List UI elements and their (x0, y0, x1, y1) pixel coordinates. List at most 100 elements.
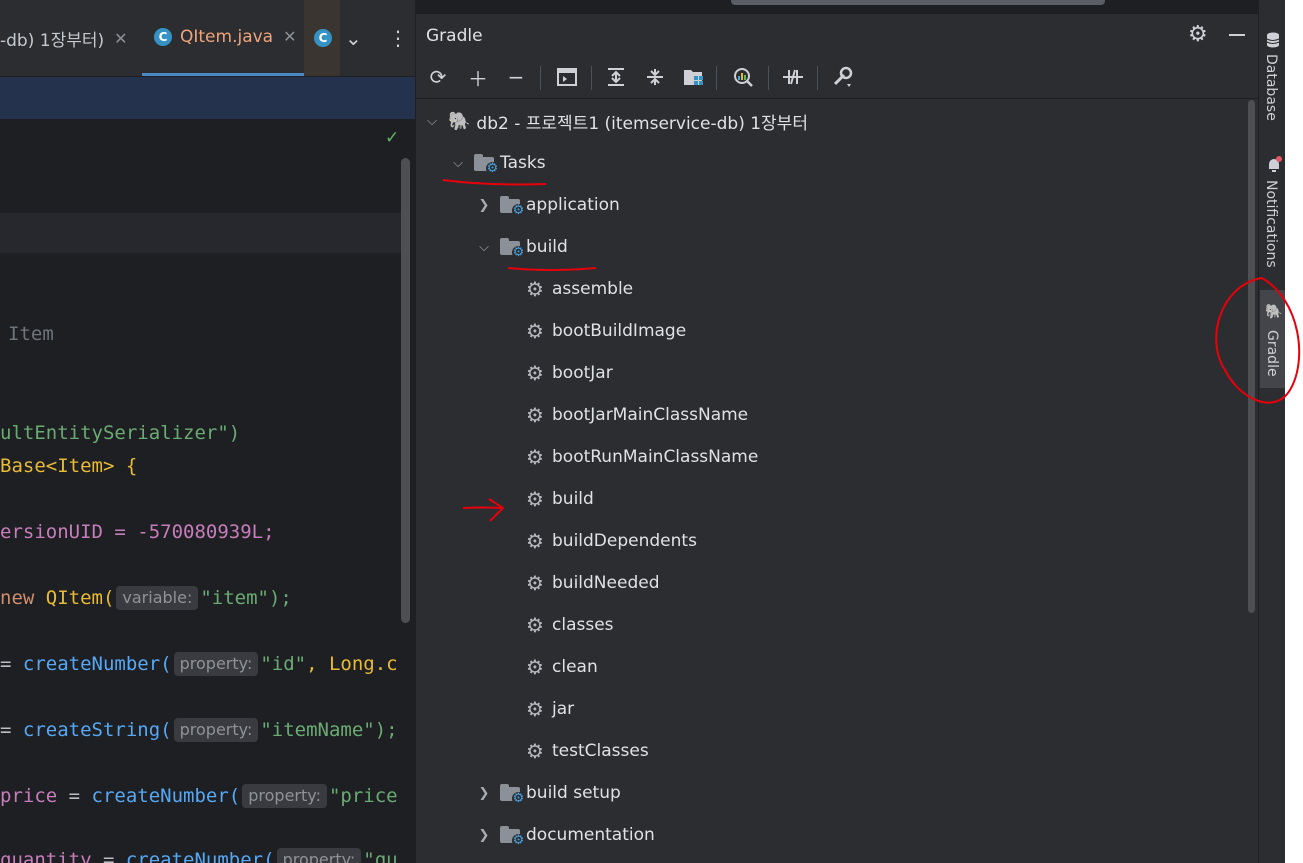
editor-info-banner (0, 77, 415, 119)
parameter-hint: variable: (116, 586, 199, 610)
class-icon: C (314, 29, 332, 47)
task-label: bootJar (552, 363, 613, 383)
class-icon: C (154, 27, 172, 46)
code-editor[interactable]: -db) 1장부터) ✕ C QItem.java ✕ C ⌄ ⋮ ✓ Item… (0, 0, 415, 863)
parameter-hint: property: (242, 784, 327, 808)
gradle-elephant-icon: 🐘 (448, 110, 471, 132)
dependencies-icon[interactable] (679, 62, 709, 92)
tab-label: -db) 1장부터) (0, 30, 105, 51)
tree-node-documentation[interactable]: ❯ ⚙ documentation (476, 814, 655, 856)
group-label: build setup (526, 783, 621, 803)
tree-task[interactable]: ⚙ classes (524, 604, 614, 646)
gradle-tool-window: Gradle ⚙ ⟳ ＋ − ⌵ 🐘 db2 - 프로젝트1 (itemserv… (415, 14, 1259, 863)
tree-task[interactable]: ⚙ bootJar (524, 352, 613, 394)
task-folder-icon: ⚙ (500, 826, 525, 847)
tab-qitem-java[interactable]: C QItem.java ✕ (142, 0, 304, 76)
code-line: = createNumber(property: "id", Long.c (0, 652, 398, 676)
tool-window-database[interactable]: Database (1263, 54, 1279, 121)
chevron-right-icon[interactable]: ❯ (476, 786, 492, 801)
gradle-header: Gradle ⚙ (416, 14, 1259, 58)
collapse-all-icon[interactable] (640, 62, 670, 92)
code-line: = createString(property: "itemName"); (0, 718, 398, 742)
gear-icon: ⚙ (526, 739, 544, 763)
parameter-hint: property: (173, 718, 259, 742)
tree-task[interactable]: ⚙ bootBuildImage (524, 310, 686, 352)
tree-node-build-setup[interactable]: ❯ ⚙ build setup (476, 772, 621, 814)
tree-node-application[interactable]: ❯ ⚙ application (476, 184, 620, 226)
tree-task[interactable]: ⚙ buildDependents (524, 520, 697, 562)
group-label: build (526, 237, 568, 257)
toolbar-separator (817, 66, 818, 90)
editor-tab-bar: -db) 1장부터) ✕ C QItem.java ✕ C ⌄ ⋮ (0, 0, 415, 77)
inspection-ok-icon: ✓ (385, 128, 400, 148)
add-icon[interactable]: ＋ (463, 62, 493, 92)
gear-icon: ⚙ (526, 697, 544, 721)
parameter-hint: property: (276, 848, 362, 863)
task-folder-icon: ⚙ (500, 238, 525, 259)
tree-task[interactable]: ⚙ buildNeeded (524, 562, 659, 604)
gradle-tree[interactable]: ⌵ 🐘 db2 - 프로젝트1 (itemservice-db) 1장부터 ⌵ … (416, 99, 1259, 863)
gear-icon[interactable]: ⚙ (1188, 22, 1208, 47)
gear-icon: ⚙ (526, 445, 544, 469)
tree-task[interactable]: ⚙ testClasses (524, 730, 649, 772)
toggle-offline-icon[interactable] (778, 62, 808, 92)
gear-icon: ⚙ (526, 571, 544, 595)
task-label: assemble (552, 279, 634, 299)
window-top-strip (415, 0, 1258, 14)
tree-task[interactable]: ⚙ clean (524, 646, 598, 688)
code-line: ultEntitySerializer") (0, 422, 241, 444)
tree-task[interactable]: ⚙ assemble (524, 268, 633, 310)
gear-icon: ⚙ (526, 319, 544, 343)
tree-task-build[interactable]: ⚙ build (524, 478, 594, 520)
tab-next-file[interactable]: C (304, 0, 340, 76)
code-line: new QItem(variable: "item"); (0, 586, 292, 610)
chevron-right-icon[interactable]: ❯ (476, 198, 492, 213)
tree-task[interactable]: ⚙ bootJarMainClassName (524, 394, 748, 436)
editor-scrollbar[interactable] (401, 158, 410, 623)
chevron-down-icon[interactable]: ⌵ (424, 114, 440, 129)
tree-task[interactable]: ⚙ jar (524, 688, 574, 730)
gear-icon: ⚙ (526, 403, 544, 427)
project-label: db2 - 프로젝트1 (itemservice-db) 1장부터 (476, 113, 808, 134)
gear-icon: ⚙ (526, 487, 544, 511)
tool-window-notifications[interactable]: Notifications (1263, 180, 1279, 268)
tabs-overflow-chevron-icon[interactable]: ⌄ (345, 0, 362, 76)
task-label: clean (552, 657, 598, 677)
tool-window-gradle[interactable]: Gradle (1264, 330, 1280, 377)
run-task-icon[interactable] (552, 62, 582, 92)
group-label: application (526, 195, 620, 215)
refresh-icon[interactable]: ⟳ (423, 62, 453, 92)
gear-icon: ⚙ (526, 613, 544, 637)
tree-node-build-group[interactable]: ⌵ ⚙ build (476, 226, 568, 268)
top-strip-handle (731, 0, 1105, 5)
expand-all-icon[interactable] (601, 62, 631, 92)
task-label: bootBuildImage (552, 321, 687, 341)
gradle-scrollbar[interactable] (1248, 100, 1255, 613)
tree-node-tasks[interactable]: ⌵ ⚙ Tasks (450, 142, 546, 184)
tree-task[interactable]: ⚙ bootRunMainClassName (524, 436, 758, 478)
analyze-icon[interactable] (728, 62, 758, 92)
tab-previous-file[interactable]: -db) 1장부터) ✕ (0, 0, 128, 76)
task-label: build (552, 489, 594, 509)
chevron-down-icon[interactable]: ⌵ (450, 156, 466, 171)
task-folder-icon: ⚙ (500, 784, 525, 805)
right-tool-strip: Database Notifications (1258, 0, 1286, 863)
toolbar-separator (591, 66, 592, 90)
close-icon[interactable]: ✕ (114, 29, 127, 48)
outside-window-area (1285, 0, 1303, 863)
gear-icon: ⚙ (526, 655, 544, 679)
code-line: quantity = createNumber(property: "qu (0, 846, 398, 863)
chevron-right-icon[interactable]: ❯ (476, 828, 492, 843)
code-line: price = createNumber(property: "price (0, 784, 398, 808)
settings-wrench-icon[interactable] (828, 62, 858, 92)
tabs-menu-icon[interactable]: ⋮ (388, 0, 408, 76)
remove-icon[interactable]: − (501, 62, 531, 92)
chevron-down-icon[interactable]: ⌵ (476, 240, 492, 255)
toolbar-separator (716, 66, 717, 90)
parameter-hint: property: (173, 652, 259, 676)
toolbar-separator (540, 66, 541, 90)
minimize-icon[interactable] (1229, 34, 1245, 36)
toolbar-separator (768, 66, 769, 90)
tree-node-project[interactable]: ⌵ 🐘 db2 - 프로젝트1 (itemservice-db) 1장부터 (424, 100, 808, 142)
close-icon[interactable]: ✕ (283, 27, 296, 46)
